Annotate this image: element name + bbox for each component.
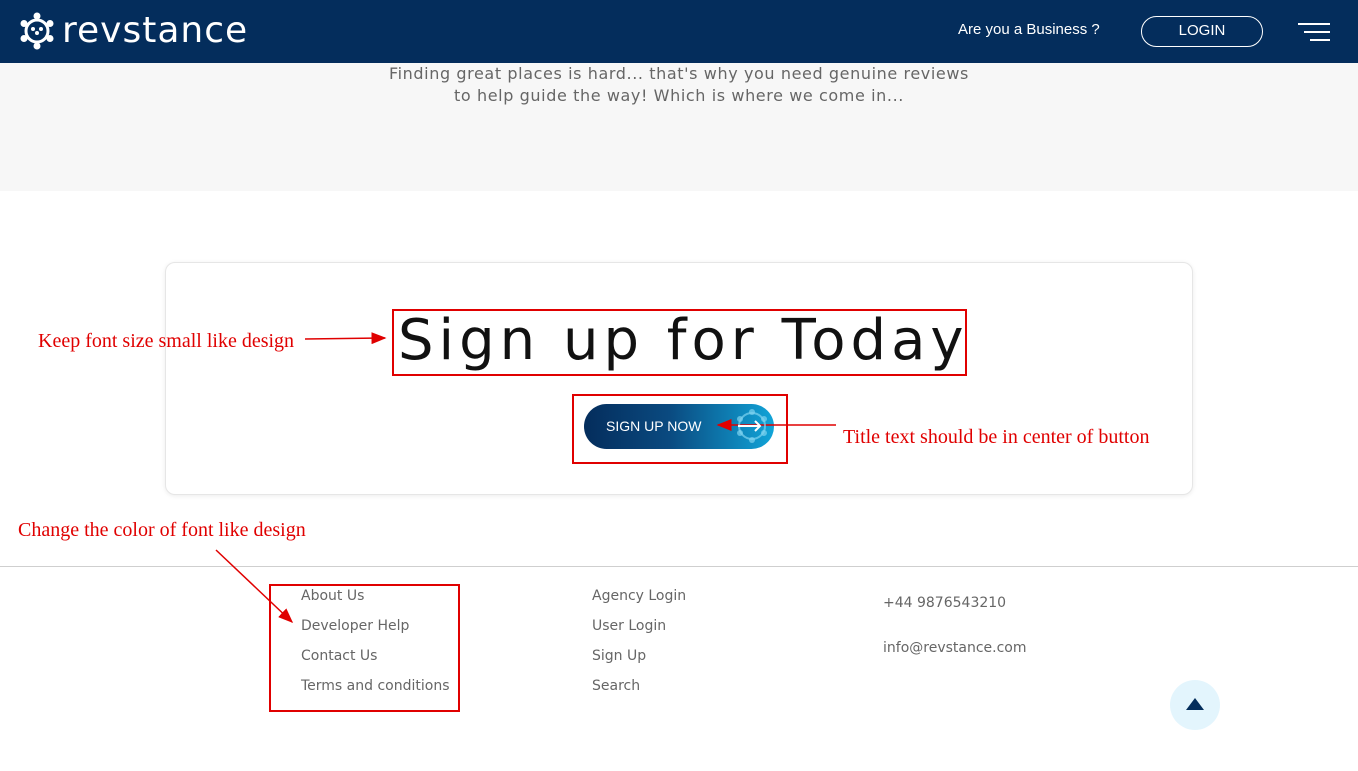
business-link[interactable]: Are you a Business ?	[958, 21, 1100, 38]
scroll-to-top-button[interactable]	[1170, 680, 1220, 730]
triangle-up-icon	[1186, 698, 1204, 710]
footer-link-sign-up[interactable]: Sign Up	[592, 646, 686, 676]
annotation-font-color: Change the color of font like design	[18, 519, 306, 541]
arrow-right-icon	[737, 409, 767, 443]
footer-email[interactable]: info@revstance.com	[883, 640, 1027, 656]
login-button[interactable]: LOGIN	[1141, 16, 1263, 47]
hero-tagline: Finding great places is hard... that's w…	[0, 63, 1358, 107]
brand-logo[interactable]: revstance	[18, 12, 248, 50]
hero-tagline-line2: to help guide the way! Which is where we…	[454, 86, 904, 105]
annotation-font-size: Keep font size small like design	[38, 330, 295, 352]
hero-tagline-line1: Finding great places is hard... that's w…	[389, 64, 969, 83]
brand-name: revstance	[62, 10, 249, 51]
signup-button-label: SIGN UP NOW	[606, 418, 702, 434]
footer-column-account: Agency Login User Login Sign Up Search	[592, 586, 686, 706]
footer-divider	[0, 566, 1358, 567]
annotation-box-title	[392, 309, 967, 376]
annotation-box-footer-links	[269, 584, 460, 712]
footer-link-user-login[interactable]: User Login	[592, 616, 686, 646]
annotation-button-center: Title text should be in center of button	[843, 426, 1150, 448]
footer-phone[interactable]: +44 9876543210	[883, 595, 1006, 611]
hamburger-menu-icon[interactable]	[1298, 23, 1330, 41]
hero-section: Finding great places is hard... that's w…	[0, 63, 1358, 191]
footer-link-agency-login[interactable]: Agency Login	[592, 586, 686, 616]
footer-link-search[interactable]: Search	[592, 676, 686, 706]
top-navbar: revstance Are you a Business ? LOGIN	[0, 0, 1358, 63]
revstance-logo-icon	[20, 12, 54, 50]
